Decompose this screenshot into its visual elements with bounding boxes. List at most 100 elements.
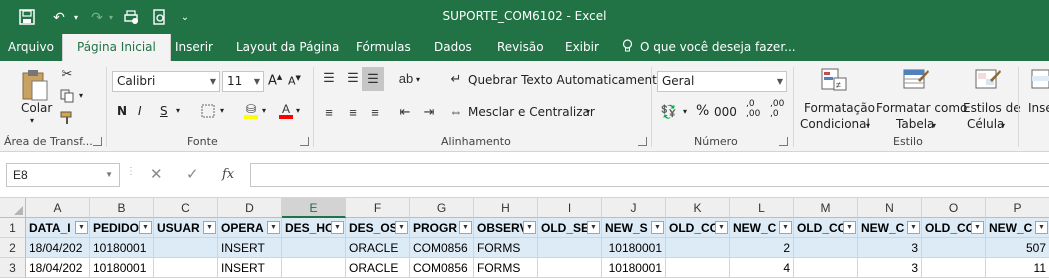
filter-dropdown-icon[interactable]: ▼ xyxy=(203,221,216,234)
table-cell[interactable] xyxy=(794,258,858,278)
row-header-3[interactable]: 3 xyxy=(0,258,26,278)
table-cell[interactable]: 3 xyxy=(858,238,922,258)
table-cell[interactable]: 10180001 xyxy=(90,238,154,258)
column-header-c[interactable]: C xyxy=(154,198,218,218)
resize-handle-icon[interactable]: ⋮ xyxy=(126,167,136,182)
table-cell[interactable]: 18/04/202 xyxy=(26,238,90,258)
font-name-combo[interactable]: Calibri ▼ xyxy=(112,71,220,92)
currency-dropdown-icon[interactable]: ▾ xyxy=(683,107,687,116)
format-as-table-icon[interactable] xyxy=(900,65,932,95)
align-left-icon[interactable]: ≡ xyxy=(320,103,338,121)
increase-decimal-button[interactable]: ,0 ,00 xyxy=(746,99,764,119)
tab-layout[interactable]: Layout da Página xyxy=(236,34,339,61)
align-center-icon[interactable]: ≡ xyxy=(344,103,362,121)
table-header-cell[interactable]: PROGR ▼ xyxy=(410,218,474,238)
table-cell[interactable] xyxy=(538,258,602,278)
table-cell[interactable] xyxy=(922,238,986,258)
table-cell[interactable]: 507 xyxy=(986,238,1049,258)
copy-dropdown-icon[interactable]: ▾ xyxy=(79,91,83,100)
decrease-indent-icon[interactable]: ⇤ xyxy=(396,103,414,121)
bold-button[interactable]: N xyxy=(117,104,127,118)
formula-input[interactable] xyxy=(250,163,1049,187)
filter-dropdown-icon[interactable]: ▼ xyxy=(971,221,984,234)
table-header-cell[interactable]: OLD_SE ▼ xyxy=(538,218,602,238)
select-all-button[interactable] xyxy=(0,198,26,218)
column-header-m[interactable]: M xyxy=(794,198,858,218)
align-right-icon[interactable]: ≡ xyxy=(366,103,384,121)
table-header-cell[interactable]: DES_HO ▼ xyxy=(282,218,346,238)
tab-pagina-inicial[interactable]: Página Inicial xyxy=(62,34,171,61)
insert-cells-label[interactable]: Inse xyxy=(1028,101,1049,115)
row-header-1[interactable]: 1 xyxy=(0,218,26,238)
tab-revisao[interactable]: Revisão xyxy=(497,34,544,61)
table-header-cell[interactable]: NEW_S ▼ xyxy=(602,218,666,238)
column-header-f[interactable]: F xyxy=(346,198,410,218)
cell-styles-label-1[interactable]: Estilos de xyxy=(963,101,1021,115)
underline-dropdown-icon[interactable]: ▾ xyxy=(176,106,180,115)
tab-formulas[interactable]: Fórmulas xyxy=(356,34,411,61)
tab-arquivo[interactable]: Arquivo xyxy=(8,34,54,61)
cell-styles-dropdown-icon[interactable]: ▾ xyxy=(1001,121,1005,130)
percent-button[interactable]: % xyxy=(696,103,709,119)
insert-function-button[interactable]: fx xyxy=(222,163,234,187)
filter-dropdown-icon[interactable]: ▼ xyxy=(267,221,280,234)
format-table-dropdown-icon[interactable]: ▾ xyxy=(932,121,936,130)
filter-dropdown-icon[interactable]: ▼ xyxy=(843,221,856,234)
column-header-l[interactable]: L xyxy=(730,198,794,218)
paste-icon[interactable] xyxy=(18,67,52,103)
fill-color-icon[interactable]: ⛁ xyxy=(243,102,259,120)
table-header-cell[interactable]: USUAR ▼ xyxy=(154,218,218,238)
cancel-icon[interactable]: ✕ xyxy=(150,163,163,187)
orientation-dropdown-icon[interactable]: ▾ xyxy=(416,75,420,84)
conditional-formatting-icon[interactable]: ≠ xyxy=(818,65,850,95)
table-cell[interactable]: INSERT xyxy=(218,258,282,278)
table-cell[interactable] xyxy=(666,238,730,258)
increase-font-icon[interactable]: A▲ xyxy=(268,73,282,88)
tab-dados[interactable]: Dados xyxy=(434,34,472,61)
table-cell[interactable]: 10180001 xyxy=(602,258,666,278)
column-header-h[interactable]: H xyxy=(474,198,538,218)
increase-indent-icon[interactable]: ⇥ xyxy=(420,103,438,121)
tell-me-box[interactable]: O que você deseja fazer... xyxy=(640,34,796,61)
column-header-o[interactable]: O xyxy=(922,198,986,218)
table-cell[interactable] xyxy=(538,238,602,258)
table-header-cell[interactable]: DATA_I ▼ xyxy=(26,218,90,238)
filter-dropdown-icon[interactable]: ▼ xyxy=(139,221,152,234)
paste-label[interactable]: Colar xyxy=(21,101,52,115)
table-cell[interactable]: ORACLE xyxy=(346,258,410,278)
table-cell[interactable]: 10180001 xyxy=(602,238,666,258)
format-as-table-label-1[interactable]: Formatar como xyxy=(876,101,967,115)
cut-icon[interactable]: ✂ xyxy=(58,65,76,83)
table-header-cell[interactable]: OLD_CO ▼ xyxy=(666,218,730,238)
filter-dropdown-icon[interactable]: ▼ xyxy=(75,221,88,234)
column-header-i[interactable]: I xyxy=(538,198,602,218)
font-size-combo[interactable]: 11 ▼ xyxy=(222,71,264,92)
table-header-cell[interactable]: OLD_CO ▼ xyxy=(794,218,858,238)
table-header-cell[interactable]: OBSERV ▼ xyxy=(474,218,538,238)
tell-me-icon[interactable] xyxy=(622,34,633,61)
filter-dropdown-icon[interactable]: ▼ xyxy=(587,221,600,234)
table-cell[interactable] xyxy=(154,238,218,258)
filter-dropdown-icon[interactable]: ▼ xyxy=(523,221,536,234)
paste-dropdown-icon[interactable]: ▾ xyxy=(30,116,34,125)
column-header-d[interactable]: D xyxy=(218,198,282,218)
table-cell[interactable]: 2 xyxy=(730,238,794,258)
table-cell[interactable] xyxy=(282,238,346,258)
table-cell[interactable]: 18/04/202 xyxy=(26,258,90,278)
column-header-a[interactable]: A xyxy=(26,198,90,218)
cell-styles-label-2[interactable]: Célula xyxy=(967,117,1004,131)
filter-dropdown-icon[interactable]: ▼ xyxy=(907,221,920,234)
conditional-dropdown-icon[interactable]: ▾ xyxy=(866,121,870,130)
merge-dropdown-icon[interactable]: ▾ xyxy=(586,107,590,116)
table-cell[interactable] xyxy=(282,258,346,278)
merge-center-icon[interactable]: ⇔ xyxy=(448,103,464,119)
table-cell[interactable]: 3 xyxy=(858,258,922,278)
number-format-combo[interactable]: Geral ▼ xyxy=(657,71,787,92)
table-cell[interactable] xyxy=(922,258,986,278)
tab-exibir[interactable]: Exibir xyxy=(565,34,599,61)
insert-cells-icon[interactable] xyxy=(1030,65,1049,95)
borders-icon[interactable] xyxy=(200,103,216,119)
table-header-cell[interactable]: DES_OS ▼ xyxy=(346,218,410,238)
column-header-j[interactable]: J xyxy=(602,198,666,218)
row-header-2[interactable]: 2 xyxy=(0,238,26,258)
